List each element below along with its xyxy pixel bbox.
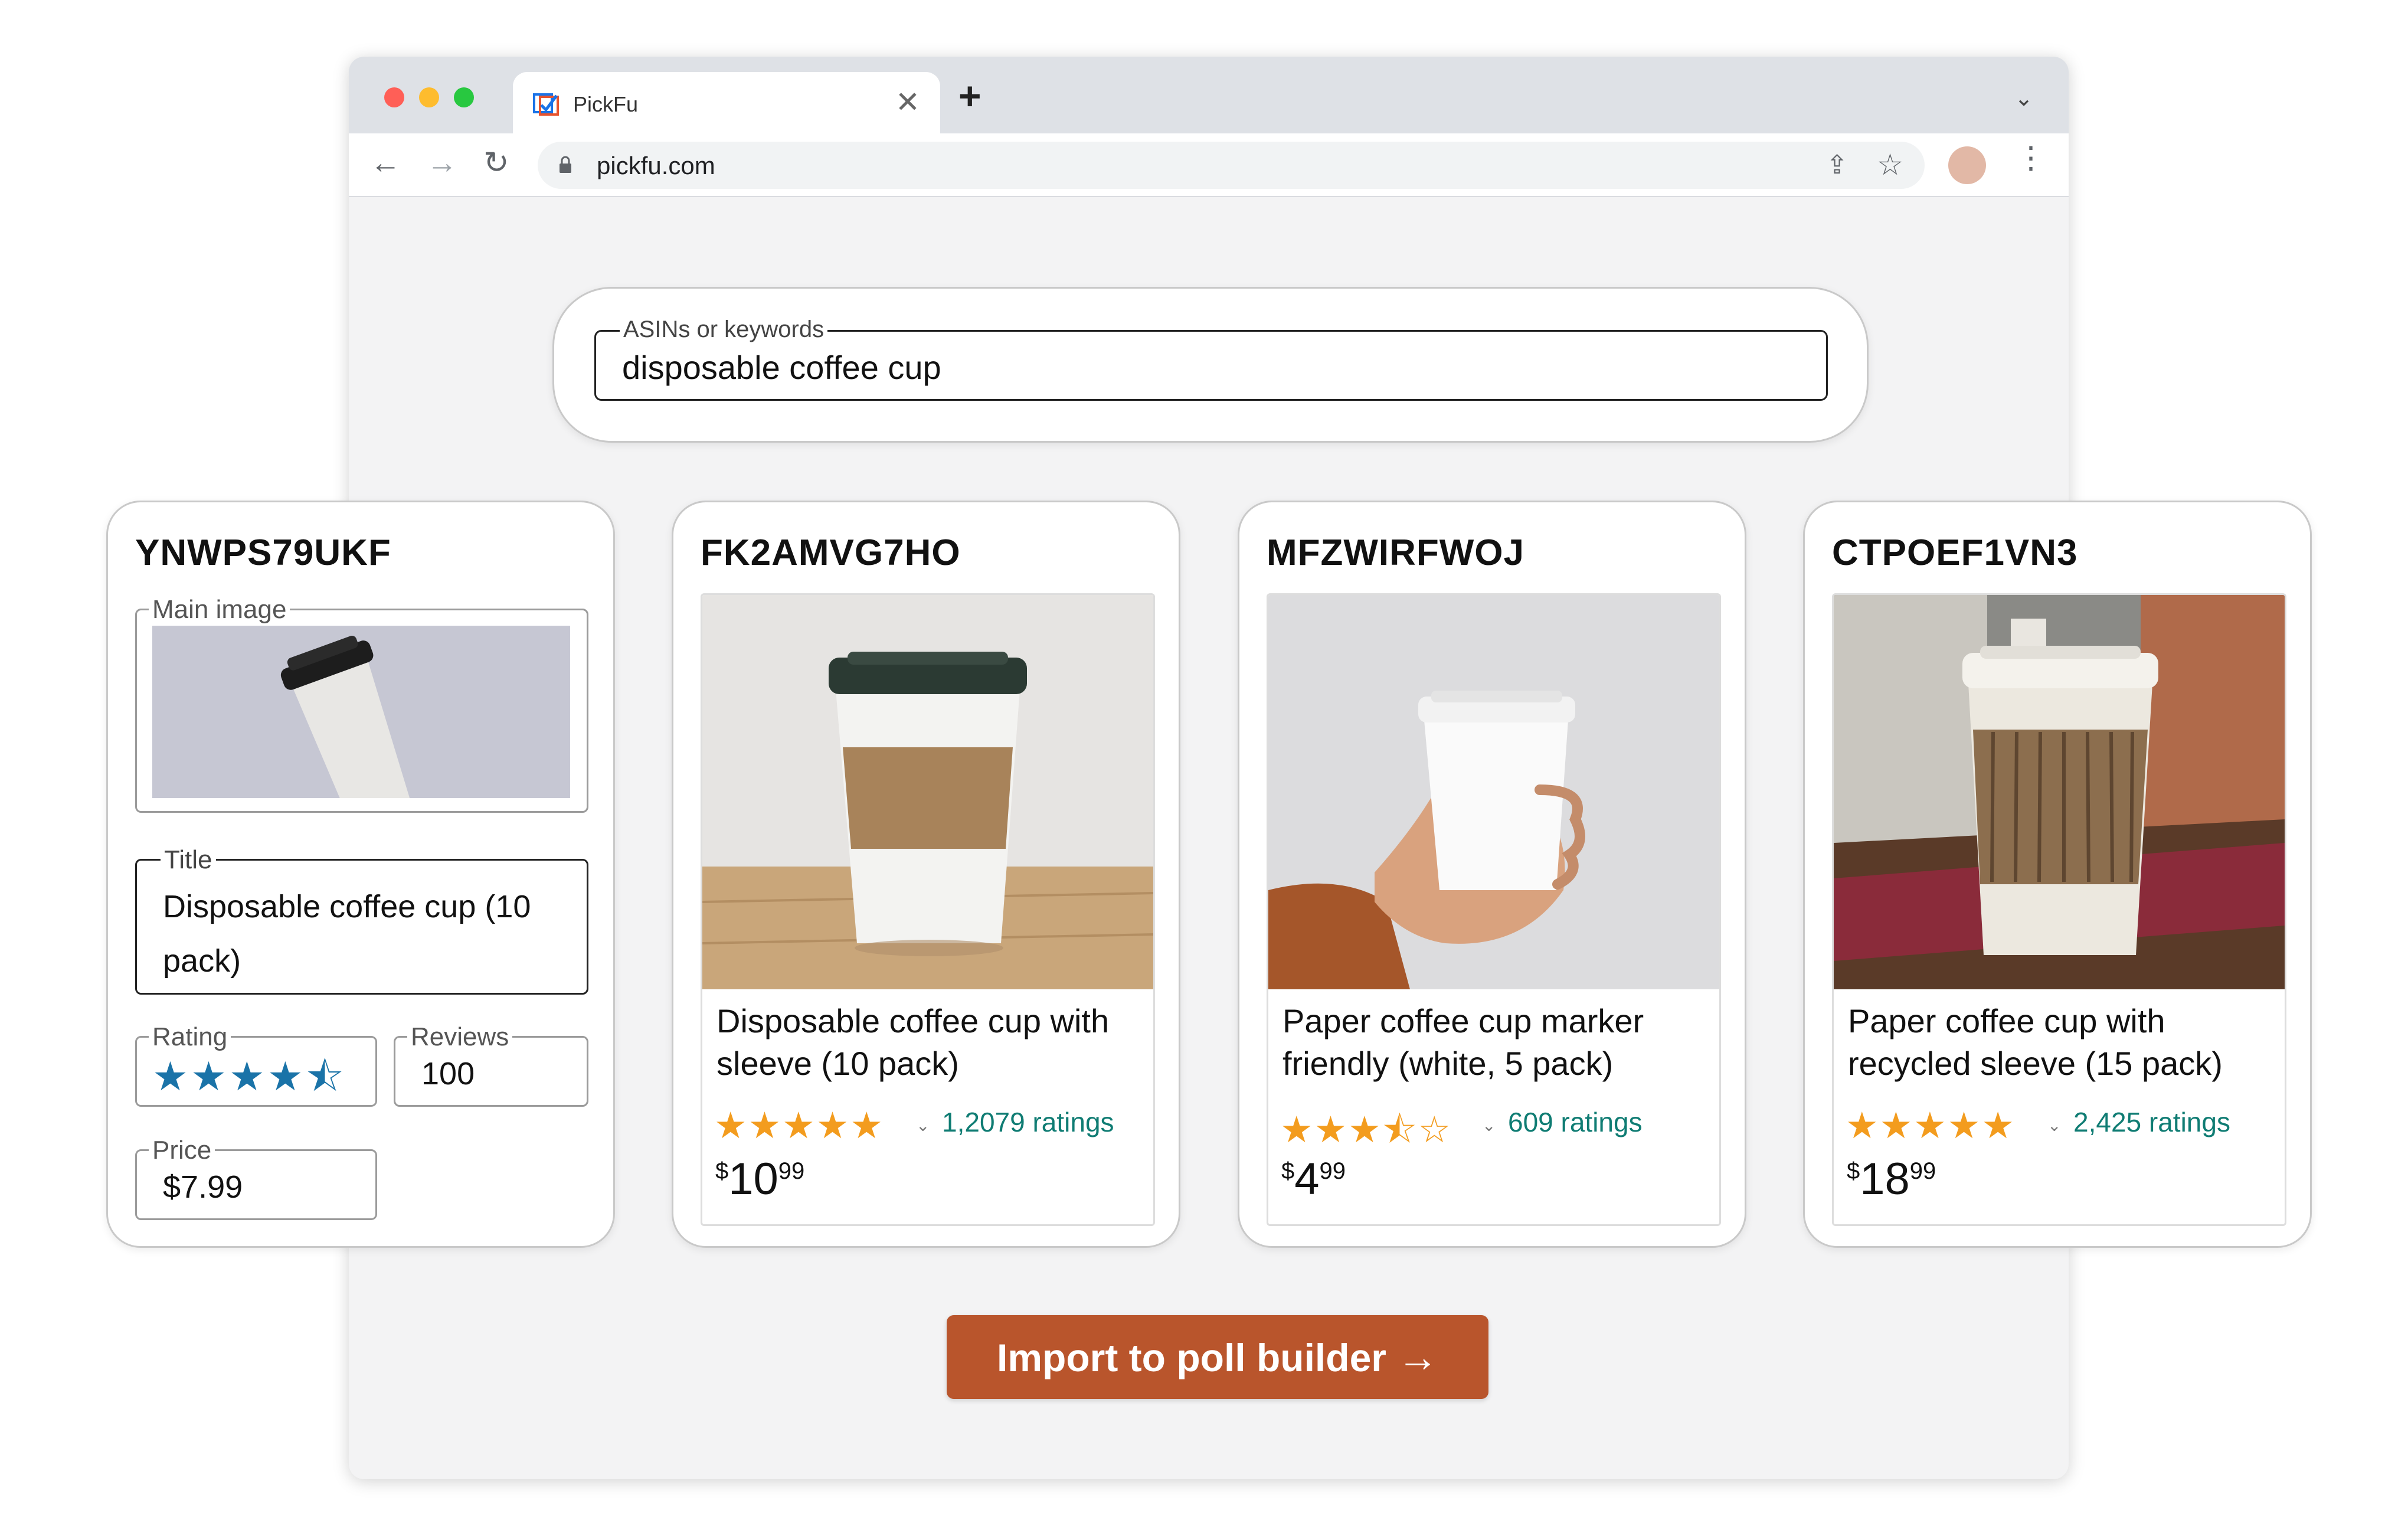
product-price: $1099: [715, 1153, 804, 1205]
product-card[interactable]: MFZWIRFWOJ Paper coffee cup marker frien…: [1238, 501, 1746, 1248]
tab-title: PickFu: [573, 92, 639, 116]
rating-field[interactable]: Rating ★★★★⯪: [135, 1022, 377, 1107]
profile-avatar[interactable]: [1948, 146, 1986, 184]
asin-label: YNWPS79UKF: [135, 532, 391, 573]
rating-dropdown-chevron-icon[interactable]: ⌄: [916, 1116, 930, 1135]
price-currency: $: [1847, 1158, 1860, 1184]
product-title[interactable]: Disposable coffee cup with sleeve (10 pa…: [716, 1000, 1141, 1085]
product-listing: Disposable coffee cup with sleeve (10 pa…: [701, 593, 1155, 1226]
product-title[interactable]: Paper coffee cup marker friendly (white,…: [1282, 1000, 1707, 1085]
search-label: ASINs or keywords: [620, 316, 828, 343]
cup-with-sleeve-image: [702, 595, 1153, 989]
import-to-poll-builder-button[interactable]: Import to poll builder →: [947, 1315, 1488, 1399]
product-photo: [1834, 595, 2285, 989]
close-window-button[interactable]: [384, 87, 404, 107]
title-field[interactable]: Title Disposable coffee cup (10 pack): [135, 845, 588, 995]
browser-toolbar: ← → ↻ pickfu.com ⇪ ☆ ⋮: [349, 133, 2069, 197]
hand-holding-cup-image: [1268, 595, 1719, 989]
main-image-field[interactable]: Main image: [135, 595, 588, 813]
product-listing: Paper coffee cup marker friendly (white,…: [1267, 593, 1721, 1226]
pickfu-favicon-icon: [533, 93, 559, 116]
product-listing: Paper coffee cup with recycled sleeve (1…: [1832, 593, 2286, 1226]
new-tab-icon[interactable]: +: [958, 73, 981, 118]
ratings-count-link[interactable]: 2,425 ratings: [2073, 1106, 2230, 1138]
share-icon[interactable]: ⇪: [1826, 150, 1848, 180]
main-image-thumbnail[interactable]: [152, 626, 570, 798]
product-title[interactable]: Paper coffee cup with recycled sleeve (1…: [1848, 1000, 2273, 1085]
price-fraction: 99: [1909, 1158, 1936, 1184]
search-input[interactable]: ASINs or keywords disposable coffee cup: [594, 316, 1828, 401]
bookmark-star-icon[interactable]: ☆: [1877, 148, 1903, 182]
product-photo: [1268, 595, 1719, 989]
reviews-field[interactable]: Reviews 100: [394, 1022, 588, 1107]
rating-dropdown-chevron-icon[interactable]: ⌄: [1482, 1116, 1496, 1135]
main-image-label: Main image: [149, 595, 290, 625]
product-card[interactable]: FK2AMVG7HO Disposable coffee cup with sl…: [672, 501, 1180, 1248]
search-value[interactable]: disposable coffee cup: [622, 348, 941, 387]
minimize-window-button[interactable]: [419, 87, 439, 107]
price-currency: $: [715, 1158, 729, 1184]
price-value[interactable]: $7.99: [163, 1169, 243, 1205]
ratings-count-link[interactable]: 609 ratings: [1508, 1106, 1643, 1138]
title-label: Title: [161, 845, 216, 875]
asin-label: MFZWIRFWOJ: [1267, 532, 1525, 573]
rating-stars-icon: ★★★★★: [714, 1106, 884, 1146]
reviews-label: Reviews: [407, 1022, 513, 1052]
maximize-window-button[interactable]: [454, 87, 474, 107]
price-field[interactable]: Price $7.99: [135, 1136, 377, 1220]
tab-pickfu[interactable]: PickFu ✕: [513, 72, 940, 133]
address-bar[interactable]: pickfu.com ⇪ ☆: [538, 142, 1925, 189]
editor-product-card: YNWPS79UKF Main image Title Disposable c…: [106, 501, 615, 1248]
tab-close-icon[interactable]: ✕: [895, 85, 920, 119]
title-value[interactable]: Disposable coffee cup (10 pack): [163, 880, 570, 988]
product-price: $499: [1281, 1153, 1346, 1205]
product-photo: [702, 595, 1153, 989]
browser-menu-icon[interactable]: ⋮: [2016, 140, 2046, 176]
asin-label: CTPOEF1VN3: [1832, 532, 2078, 573]
cup-with-recycled-sleeve-image: [1834, 595, 2285, 989]
price-fraction: 99: [1319, 1158, 1346, 1184]
price-currency: $: [1281, 1158, 1295, 1184]
price-whole: 4: [1294, 1154, 1320, 1204]
asin-label: FK2AMVG7HO: [701, 532, 961, 573]
rating-stars-icon: ★★★★★: [1846, 1106, 2016, 1146]
reviews-value[interactable]: 100: [421, 1055, 475, 1092]
back-arrow-icon[interactable]: ←: [370, 145, 401, 181]
rating-stars-icon[interactable]: ★★★★⯪: [152, 1047, 346, 1116]
arrow-right-icon: →: [1396, 1334, 1438, 1380]
reload-icon[interactable]: ↻: [483, 145, 509, 181]
price-whole: 18: [1860, 1154, 1910, 1204]
search-card: ASINs or keywords disposable coffee cup: [552, 287, 1869, 443]
price-fraction: 99: [778, 1158, 805, 1184]
url-text[interactable]: pickfu.com: [597, 152, 715, 180]
tilted-cup-image: [152, 626, 570, 798]
forward-arrow-icon[interactable]: →: [427, 145, 457, 181]
product-price: $1899: [1847, 1153, 1936, 1205]
lock-icon: [560, 156, 571, 173]
price-whole: 10: [728, 1154, 778, 1204]
product-card[interactable]: CTPOEF1VN3 Paper coffee cup with recycle…: [1803, 501, 2312, 1248]
tab-list-chevron-icon[interactable]: ⌄: [2014, 85, 2033, 112]
rating-dropdown-chevron-icon[interactable]: ⌄: [2047, 1116, 2061, 1135]
ratings-count-link[interactable]: 1,2079 ratings: [942, 1106, 1114, 1138]
tab-bar: PickFu ✕ + ⌄: [349, 57, 2069, 133]
price-label: Price: [149, 1136, 215, 1165]
import-button-label: Import to poll builder: [997, 1336, 1386, 1379]
